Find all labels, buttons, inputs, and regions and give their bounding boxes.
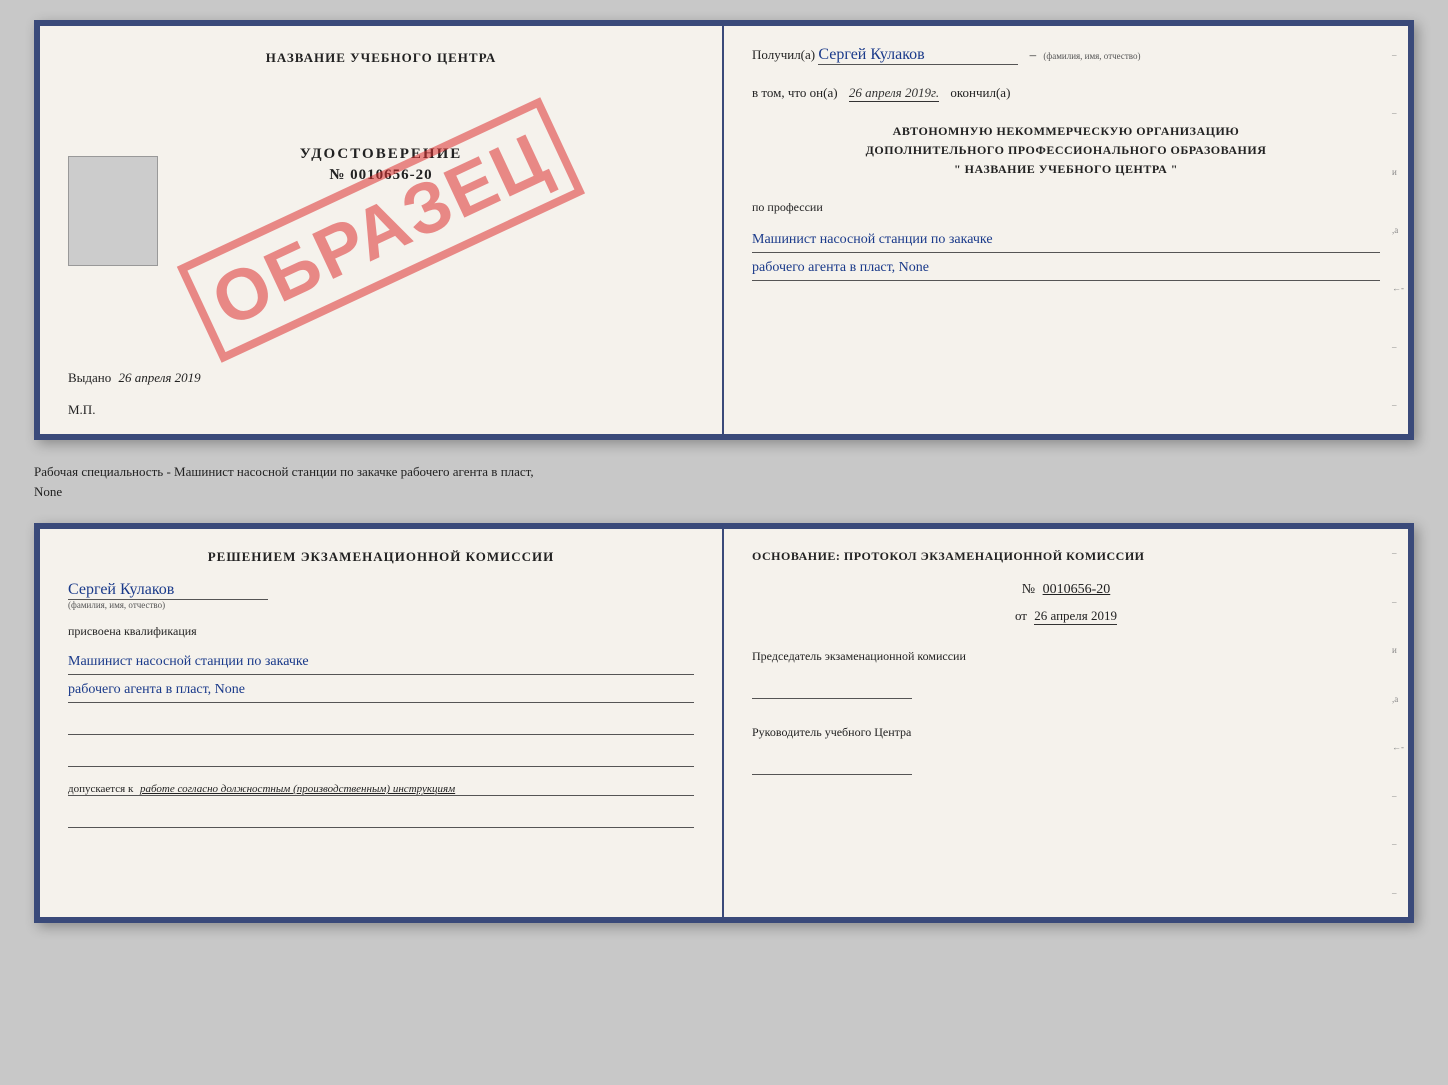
certificate-number: № 0010656-20	[329, 167, 432, 184]
top-right-panel: Получил(а) Сергей Кулаков – (фамилия, им…	[724, 26, 1408, 434]
signer-name: Сергей Кулаков	[68, 581, 268, 600]
signer-block: Сергей Кулаков (фамилия, имя, отчество)	[68, 573, 694, 610]
org-block: АВТОНОМНУЮ НЕКОММЕРЧЕСКУЮ ОРГАНИЗАЦИЮ ДО…	[752, 122, 1380, 180]
right-margin-markers: – – и ,а ←- – –	[1392, 26, 1404, 434]
certificate-label: УДОСТОВЕРЕНИЕ	[300, 146, 463, 163]
chairman-label: Председатель экзаменационной комиссии	[752, 647, 1380, 665]
separator-text: Рабочая специальность - Машинист насосно…	[34, 458, 1414, 505]
profession-label: по профессии	[752, 200, 1380, 215]
top-document: НАЗВАНИЕ УЧЕБНОГО ЦЕНТРА ОБРАЗЕЦ УДОСТОВ…	[34, 20, 1414, 440]
org-title: НАЗВАНИЕ УЧЕБНОГО ЦЕНТРА	[68, 50, 694, 66]
blank-line-3	[68, 810, 694, 828]
fio-hint-bottom: (фамилия, имя, отчество)	[68, 600, 694, 610]
blank-line-1	[68, 717, 694, 735]
head-sign-line	[752, 757, 912, 775]
photo-placeholder	[68, 156, 158, 266]
blank-line-2	[68, 749, 694, 767]
date-line: в том, что он(а) 26 апреля 2019г. окончи…	[752, 85, 1380, 102]
work-line: допускается к работе согласно должностны…	[68, 783, 694, 796]
right-margin-markers-bottom: – – и ,а ←- – – –	[1392, 529, 1404, 917]
received-name: Сергей Кулаков	[818, 46, 1018, 65]
bottom-left-panel: Решением экзаменационной комиссии Сергей…	[40, 529, 724, 917]
chairman-sign-line	[752, 681, 912, 699]
profession-value: Машинист насосной станции по закачке раб…	[752, 225, 1380, 281]
top-left-panel: НАЗВАНИЕ УЧЕБНОГО ЦЕНТРА ОБРАЗЕЦ УДОСТОВ…	[40, 26, 724, 434]
basis-title: Основание: протокол экзаменационной коми…	[752, 549, 1380, 564]
issued-line: Выдано 26 апреля 2019	[68, 370, 694, 386]
received-line: Получил(а) Сергей Кулаков – (фамилия, им…	[752, 46, 1380, 65]
bottom-document: Решением экзаменационной комиссии Сергей…	[34, 523, 1414, 923]
mp-label: М.П.	[68, 402, 694, 418]
protocol-number: № 0010656-20	[752, 582, 1380, 598]
head-label: Руководитель учебного Центра	[752, 723, 1380, 741]
protocol-date: от 26 апреля 2019	[752, 608, 1380, 625]
qualification-label: присвоена квалификация	[68, 624, 694, 639]
qualification-value: Машинист насосной станции по закачке раб…	[68, 647, 694, 703]
commission-title: Решением экзаменационной комиссии	[68, 549, 694, 565]
bottom-right-panel: Основание: протокол экзаменационной коми…	[724, 529, 1408, 917]
